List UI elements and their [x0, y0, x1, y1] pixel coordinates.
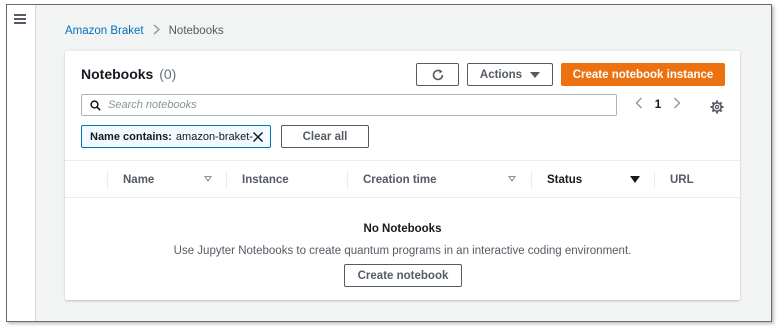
- filter-token: Name contains: amazon-braket-: [81, 125, 271, 148]
- previous-page-icon[interactable]: [630, 97, 648, 113]
- breadcrumb: Amazon Braket Notebooks: [65, 23, 224, 38]
- panel-title: Notebooks: [81, 66, 154, 82]
- column-divider: [107, 171, 108, 189]
- column-divider: [531, 171, 532, 189]
- create-notebook-button[interactable]: Create notebook: [344, 264, 462, 287]
- filter-token-key: Name contains:: [90, 130, 172, 143]
- side-navigation-rail: [7, 5, 36, 321]
- chevron-right-icon: [153, 23, 160, 38]
- next-page-icon[interactable]: [668, 97, 686, 113]
- sort-icon[interactable]: [204, 176, 212, 182]
- column-header-url: URL: [670, 174, 694, 186]
- close-icon[interactable]: [252, 131, 264, 143]
- sort-icon[interactable]: [630, 176, 640, 183]
- settings-icon[interactable]: [710, 100, 724, 114]
- column-divider: [226, 171, 227, 189]
- breadcrumb-root-link[interactable]: Amazon Braket: [65, 25, 144, 37]
- create-notebook-instance-button[interactable]: Create notebook instance: [561, 63, 725, 86]
- column-header-name[interactable]: Name: [123, 161, 154, 199]
- column-header-instance: Instance: [242, 174, 289, 186]
- column-divider: [347, 171, 348, 189]
- pagination: 1: [630, 97, 686, 113]
- refresh-button[interactable]: [416, 63, 459, 86]
- empty-state-title: No Notebooks: [363, 223, 442, 235]
- breadcrumb-current: Notebooks: [168, 24, 224, 37]
- current-page-number[interactable]: 1: [648, 99, 668, 111]
- search-input[interactable]: [108, 99, 588, 111]
- actions-dropdown-button[interactable]: Actions: [467, 63, 553, 86]
- caret-down-icon: [530, 71, 541, 78]
- refresh-icon: [432, 68, 443, 80]
- notebook-count: (0): [159, 66, 177, 82]
- search-icon: [90, 99, 101, 111]
- search-box: [81, 94, 617, 116]
- column-header-status[interactable]: Status: [547, 161, 582, 199]
- column-header-creation-time[interactable]: Creation time: [363, 161, 437, 199]
- clear-all-button[interactable]: Clear all: [281, 125, 369, 148]
- app-window: Amazon Braket Notebooks Notebooks (0) Ac…: [6, 4, 772, 322]
- sort-icon[interactable]: [508, 176, 516, 182]
- page-title: Notebooks (0): [81, 66, 176, 82]
- menu-icon[interactable]: [14, 14, 26, 24]
- empty-state-description: Use Jupyter Notebooks to create quantum …: [173, 245, 632, 257]
- table-header: Name Instance Creation time Status URL: [65, 160, 740, 198]
- filter-token-value: amazon-braket-: [175, 130, 253, 143]
- column-divider: [654, 171, 655, 189]
- notebooks-panel: Notebooks (0) Actions Create notebook in…: [65, 50, 740, 300]
- actions-label: Actions: [479, 68, 523, 81]
